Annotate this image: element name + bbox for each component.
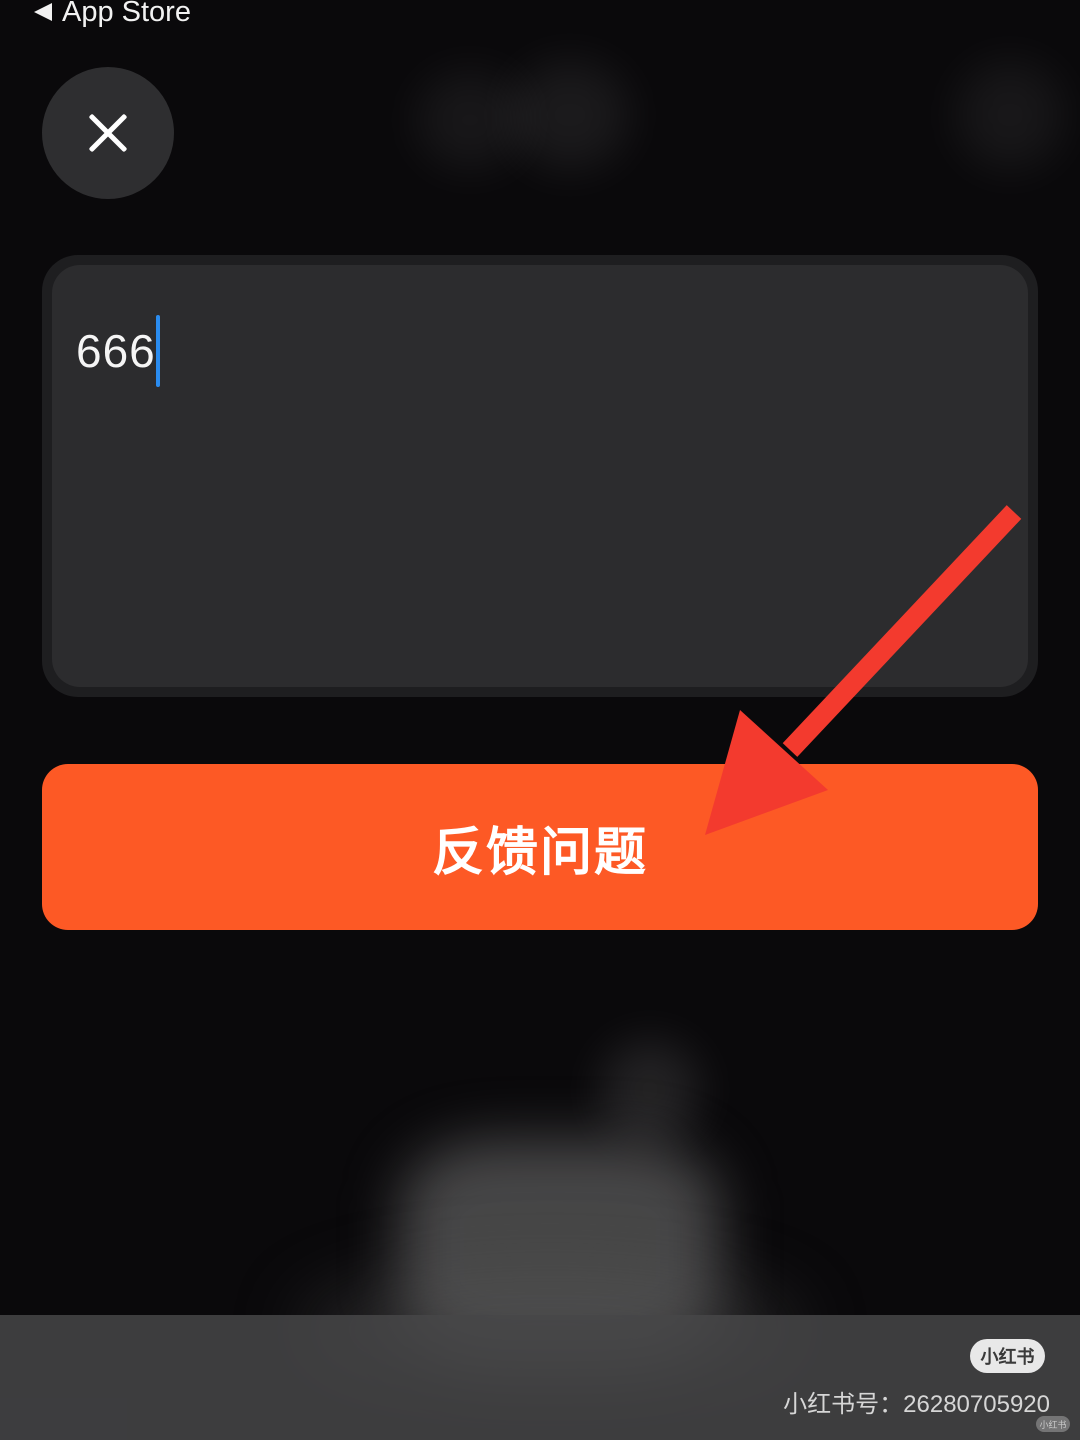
feedback-input-value: 666 — [76, 315, 160, 387]
background-blur — [955, 60, 1065, 170]
back-arrow-icon — [34, 3, 52, 21]
background-blur — [510, 60, 630, 170]
feedback-text: 666 — [76, 325, 156, 377]
watermark-account-id: 小红书号：26280705920 — [783, 1391, 1050, 1418]
background-blur — [415, 70, 525, 170]
close-icon — [86, 111, 130, 155]
feedback-textarea[interactable]: 666 — [52, 265, 1028, 687]
submit-feedback-button[interactable]: 反馈问题 — [42, 764, 1038, 930]
back-link-label: App Store — [62, 0, 191, 28]
text-cursor — [155, 315, 160, 387]
watermark-bar — [0, 1315, 1080, 1440]
background-blur — [600, 1040, 700, 1140]
back-to-app-store-link[interactable]: App Store — [34, 0, 191, 30]
mini-logo: 小红书 — [1036, 1416, 1070, 1432]
feedback-textarea-frame: 666 — [42, 255, 1038, 697]
xiaohongshu-logo: 小红书 — [970, 1339, 1045, 1373]
screen: App Store 666 反馈问题 小红书 小红书号：26280705920 … — [0, 0, 1080, 1440]
close-button[interactable] — [42, 67, 174, 199]
